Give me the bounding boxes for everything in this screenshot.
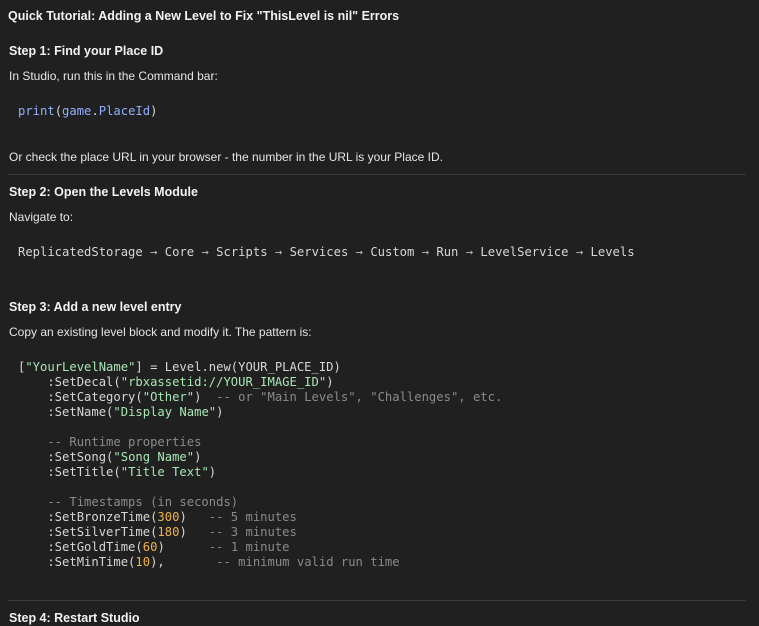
code-token: . [91, 104, 99, 118]
step2-intro: Navigate to: [9, 210, 74, 224]
code-token: :SetSong( [18, 450, 114, 464]
code-token: ) [216, 405, 224, 419]
code-token: 10 [135, 555, 151, 569]
code-token: :SetGoldTime( [18, 540, 143, 554]
path-segment: Core [164, 245, 195, 259]
levels-module-path: ReplicatedStorage → Core → Scripts → Ser… [18, 245, 635, 260]
code-token: "rbxassetid://YOUR_IMAGE_ID" [120, 375, 327, 389]
code-token: ), [150, 555, 217, 569]
code-token: :SetDecal( [18, 375, 121, 389]
code-token: :SetSilverTime( [18, 525, 158, 539]
code-token: :SetName( [18, 405, 114, 419]
step3-intro: Copy an existing level block and modify … [9, 325, 312, 339]
code-token: :SetBronzeTime( [18, 510, 158, 524]
path-segment: Levels [590, 245, 635, 259]
divider [8, 174, 746, 175]
arrow-icon: → [465, 245, 474, 259]
code-token: "YourLevelName" [25, 360, 136, 374]
code-token: ) [179, 510, 209, 524]
code-comment: -- Runtime properties [18, 435, 202, 449]
code-token: "Title Text" [120, 465, 209, 479]
code-block-level-entry: ["YourLevelName"] = Level.new(YOUR_PLACE… [18, 360, 502, 570]
code-token: :SetTitle( [18, 465, 121, 479]
path-segment: Scripts [216, 245, 268, 259]
path-segment: LevelService [480, 245, 569, 259]
arrow-icon: → [201, 245, 209, 259]
step1-intro: In Studio, run this in the Command bar: [9, 69, 218, 83]
path-segment: Services [289, 245, 349, 259]
arrow-icon: → [150, 245, 158, 259]
code-token: "Other" [142, 390, 195, 404]
code-comment: -- or "Main Levels", "Challenges", etc. [216, 390, 503, 404]
code-token: :SetCategory( [18, 390, 143, 404]
arrow-icon: → [355, 245, 363, 259]
step4-heading: Step 4: Restart Studio [9, 611, 140, 625]
code-comment: -- Timestamps (in seconds) [18, 495, 239, 509]
code-token: PlaceId [98, 104, 151, 118]
step2-heading: Step 2: Open the Levels Module [9, 185, 198, 199]
path-segment: Custom [370, 245, 415, 259]
code-token: "Song Name" [113, 450, 195, 464]
code-token: print [18, 104, 55, 118]
step3-heading: Step 3: Add a new level entry [9, 300, 182, 314]
code-token: ( [54, 104, 63, 118]
code-token: 60 [142, 540, 158, 554]
divider [8, 600, 746, 601]
code-block-placeid: print(game.PlaceId) [18, 104, 157, 119]
step1-heading: Step 1: Find your Place ID [9, 44, 164, 58]
arrow-icon: → [274, 245, 283, 259]
code-comment: -- minimum valid run time [216, 555, 400, 569]
code-token: "Display Name" [113, 405, 217, 419]
code-token: 180 [157, 525, 180, 539]
code-token: ) [194, 450, 202, 464]
code-token: ) [150, 104, 158, 118]
code-token: ) [208, 465, 217, 479]
arrow-icon: → [421, 245, 430, 259]
code-token: :SetMinTime( [18, 555, 136, 569]
page-title: Quick Tutorial: Adding a New Level to Fi… [8, 9, 400, 23]
path-segment: Run [436, 245, 459, 259]
code-token: ) [179, 525, 209, 539]
code-comment: -- 3 minutes [208, 525, 297, 539]
code-token: game [62, 104, 92, 118]
code-token: ) [194, 390, 217, 404]
code-token: ) [326, 375, 334, 389]
arrow-icon: → [575, 245, 584, 259]
step1-note: Or check the place URL in your browser -… [9, 150, 443, 164]
code-token: ] = Level.new(YOUR_PLACE_ID) [135, 360, 341, 374]
code-comment: -- 1 minute [208, 540, 290, 554]
path-segment: ReplicatedStorage [18, 245, 143, 259]
code-token: 300 [157, 510, 180, 524]
code-comment: -- 5 minutes [208, 510, 297, 524]
code-token: ) [157, 540, 209, 554]
